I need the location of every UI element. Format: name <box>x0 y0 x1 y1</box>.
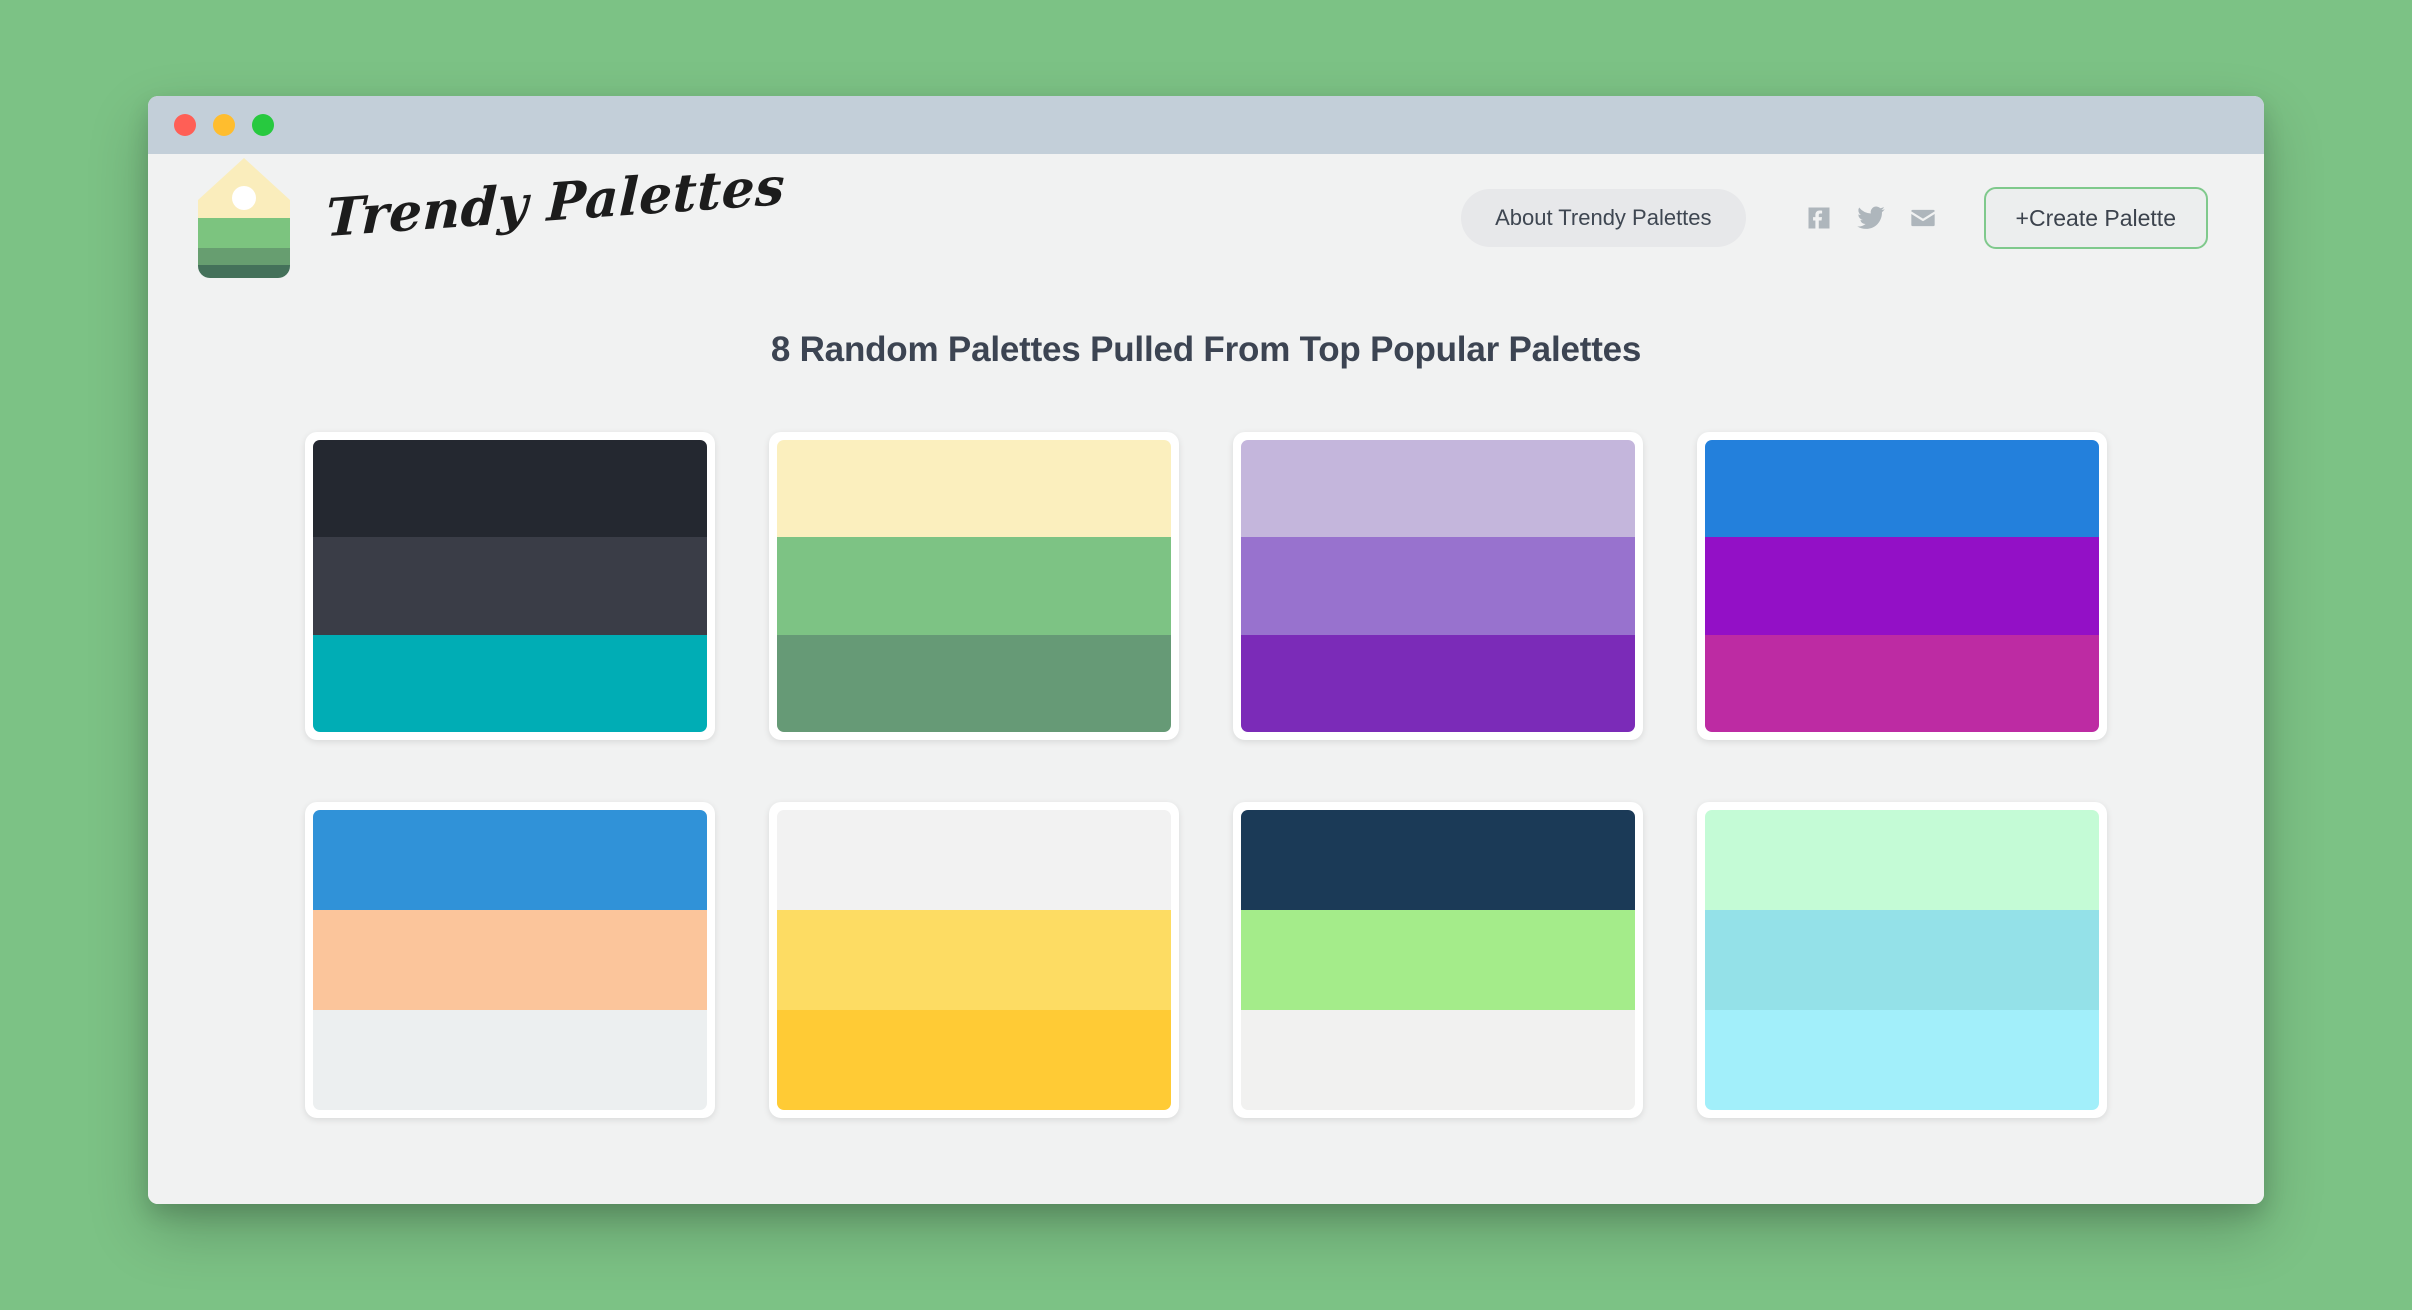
palette-swatch[interactable] <box>777 634 1171 732</box>
maximize-button[interactable] <box>252 114 274 136</box>
minimize-button[interactable] <box>213 114 235 136</box>
palette-card[interactable] <box>1233 802 1643 1118</box>
palette-swatch[interactable] <box>1705 634 2099 732</box>
palette-swatch[interactable] <box>1705 810 2099 910</box>
palette-swatch[interactable] <box>313 910 707 1010</box>
palette-swatch[interactable] <box>1241 810 1635 910</box>
palette-swatch[interactable] <box>313 440 707 538</box>
palette-swatch[interactable] <box>777 537 1171 635</box>
palette-swatches <box>1241 440 1635 732</box>
palette-swatch[interactable] <box>1241 634 1635 732</box>
close-button[interactable] <box>174 114 196 136</box>
palette-card[interactable] <box>769 432 1179 740</box>
palette-swatch[interactable] <box>313 537 707 635</box>
about-button[interactable]: About Trendy Palettes <box>1461 189 1746 247</box>
palette-card[interactable] <box>305 802 715 1118</box>
palette-swatch[interactable] <box>1705 440 2099 538</box>
palette-swatches <box>777 440 1171 732</box>
facebook-icon[interactable] <box>1804 203 1834 233</box>
palette-card[interactable] <box>769 802 1179 1118</box>
palette-swatches <box>313 810 707 1110</box>
browser-window: Trendy Palettes About Trendy Palettes +C… <box>148 96 2264 1204</box>
palette-card[interactable] <box>1233 432 1643 740</box>
palette-swatch[interactable] <box>777 810 1171 910</box>
palette-swatch[interactable] <box>313 634 707 732</box>
palette-swatch[interactable] <box>777 440 1171 538</box>
brand[interactable]: Trendy Palettes <box>196 155 786 280</box>
twitter-icon[interactable] <box>1856 203 1886 233</box>
page-title: 8 Random Palettes Pulled From Top Popula… <box>770 330 1642 369</box>
palette-swatch[interactable] <box>1705 1010 2099 1110</box>
palette-swatch[interactable] <box>1705 537 2099 635</box>
palette-swatches <box>777 810 1171 1110</box>
page-viewport: Trendy Palettes About Trendy Palettes +C… <box>148 154 2264 1204</box>
palette-swatch[interactable] <box>1241 440 1635 538</box>
palette-swatch[interactable] <box>1705 910 2099 1010</box>
window-titlebar <box>148 96 2264 154</box>
logo-tag-icon <box>196 156 292 280</box>
create-palette-button[interactable]: +Create Palette <box>1983 187 2208 249</box>
palette-swatch[interactable] <box>313 1010 707 1110</box>
palette-swatch[interactable] <box>777 910 1171 1010</box>
palette-swatch[interactable] <box>1241 1010 1635 1110</box>
palette-card[interactable] <box>1697 432 2107 740</box>
palette-card[interactable] <box>305 432 715 740</box>
palette-swatches <box>313 440 707 732</box>
palette-swatches <box>1705 810 2099 1110</box>
palette-swatches <box>1705 440 2099 732</box>
palette-swatch[interactable] <box>313 810 707 910</box>
social-links <box>1804 203 1938 233</box>
email-icon[interactable] <box>1908 203 1938 233</box>
palette-grid <box>302 432 2110 1118</box>
palette-swatch[interactable] <box>777 1010 1171 1110</box>
header-actions: About Trendy Palettes +Create Palette <box>1461 187 2208 249</box>
site-header: Trendy Palettes About Trendy Palettes +C… <box>148 154 2264 282</box>
palette-swatch[interactable] <box>1241 910 1635 1010</box>
palette-swatch[interactable] <box>1241 537 1635 635</box>
brand-wordmark: Trendy Palettes <box>324 155 786 249</box>
palette-swatches <box>1241 810 1635 1110</box>
palette-card[interactable] <box>1697 802 2107 1118</box>
